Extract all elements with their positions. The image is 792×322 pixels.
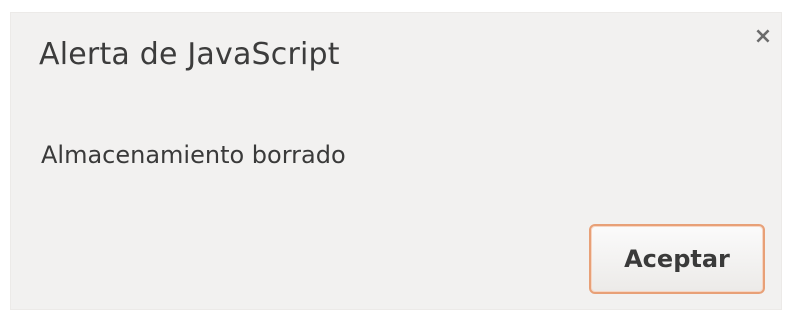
- close-icon[interactable]: ×: [753, 26, 773, 48]
- javascript-alert-dialog: Alerta de JavaScript × Almacenamiento bo…: [10, 12, 782, 310]
- alert-message: Almacenamiento borrado: [41, 141, 346, 169]
- accept-button[interactable]: Aceptar: [589, 224, 765, 294]
- dialog-title: Alerta de JavaScript: [39, 37, 340, 72]
